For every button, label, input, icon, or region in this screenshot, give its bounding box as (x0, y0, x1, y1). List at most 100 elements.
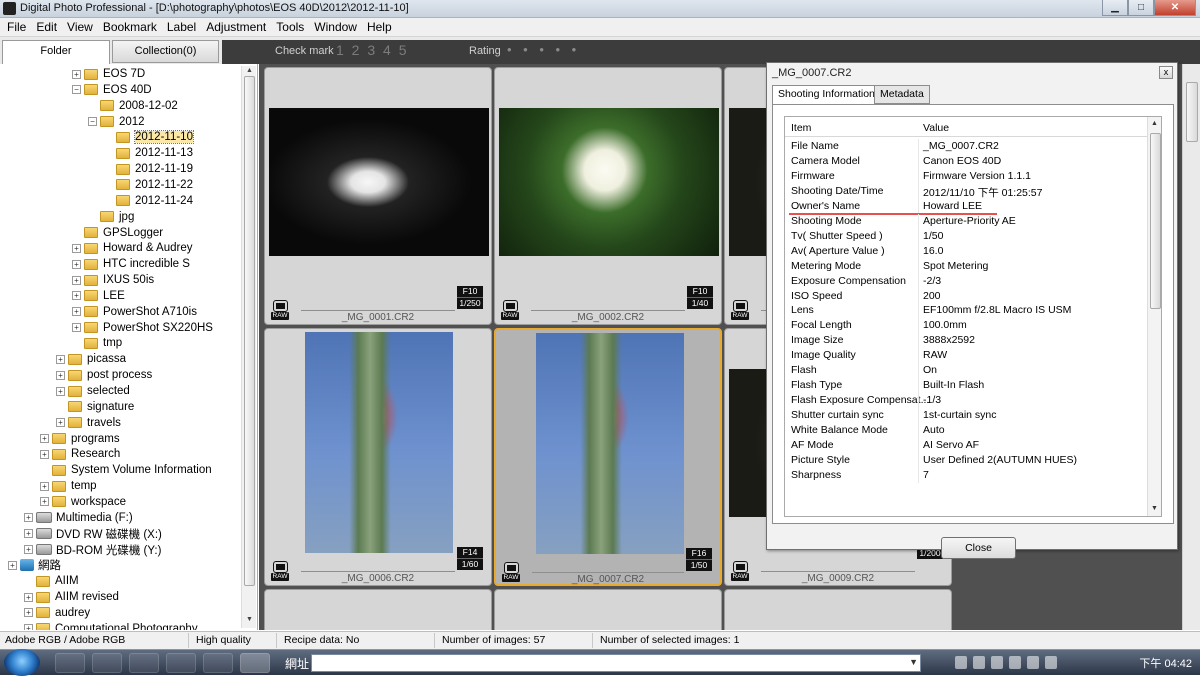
tree-item[interactable]: 2012-11-19 (104, 161, 193, 177)
firefox-icon[interactable] (92, 653, 122, 673)
close-window-button[interactable]: ✕ (1154, 0, 1196, 16)
photo-thumbnail[interactable] (305, 332, 453, 553)
tree-item[interactable]: + Computational Photography (24, 621, 198, 630)
network-app-icon[interactable] (166, 653, 196, 673)
thumbnail-cell[interactable]: F10 1/40 RAW _MG_0002.CR2 (494, 67, 722, 325)
tab-collection[interactable]: Collection(0) (112, 40, 219, 63)
tree-item[interactable]: + PowerShot A710is (72, 304, 197, 320)
messenger-icon[interactable] (129, 653, 159, 673)
skype-icon[interactable] (203, 653, 233, 673)
menu-label[interactable]: Label (162, 18, 201, 36)
tree-item[interactable]: 2012-11-13 (104, 145, 193, 161)
expand-icon[interactable]: + (40, 481, 49, 491)
expand-icon[interactable]: + (56, 386, 65, 396)
menu-edit[interactable]: Edit (31, 18, 62, 36)
tree-item[interactable]: System Volume Information (40, 462, 212, 478)
maximize-button[interactable]: □ (1128, 0, 1154, 16)
tree-item[interactable]: signature (56, 399, 134, 415)
info-row[interactable]: Tv( Shutter Speed ) 1/50 (785, 228, 1147, 244)
info-row[interactable]: AF Mode AI Servo AF (785, 438, 1147, 453)
tree-item[interactable]: jpg (88, 209, 134, 225)
tray-icon[interactable] (991, 656, 1003, 669)
expand-icon[interactable]: + (72, 307, 81, 317)
expand-icon[interactable]: + (72, 291, 81, 301)
tree-item[interactable]: 2012-11-10 (104, 129, 194, 145)
expand-icon[interactable]: + (56, 418, 65, 428)
explorer-icon[interactable] (55, 653, 85, 673)
tree-item[interactable]: + temp (40, 478, 97, 494)
tree-item[interactable]: − EOS 40D (72, 82, 152, 98)
tree-item[interactable]: + Research (40, 446, 120, 462)
tree-item[interactable]: + PowerShot SX220HS (72, 320, 213, 336)
photo-thumbnail[interactable] (499, 108, 719, 256)
info-row[interactable]: Owner's Name Howard LEE (785, 198, 1147, 214)
scroll-up-arrow-icon[interactable]: ▲ (1151, 120, 1158, 127)
tray-icon[interactable] (1027, 656, 1039, 669)
tray-icon[interactable] (955, 656, 967, 669)
info-row[interactable]: Firmware Firmware Version 1.1.1 (785, 168, 1147, 184)
tree-item[interactable]: + Multimedia (F:) (24, 510, 133, 526)
tree-item[interactable]: + IXUS 50is (72, 272, 154, 288)
info-row[interactable]: Flash On (785, 363, 1147, 379)
tree-item[interactable]: + HTC incredible S (72, 256, 190, 272)
info-row[interactable]: Image Size 3888x2592 (785, 333, 1147, 349)
expand-icon[interactable]: + (24, 529, 33, 539)
expand-icon[interactable]: + (40, 434, 49, 444)
tree-item[interactable]: tmp (72, 335, 122, 351)
tree-item[interactable]: + post process (56, 367, 152, 383)
dpp-taskbar-icon[interactable] (240, 653, 270, 673)
info-row[interactable]: Camera Model Canon EOS 40D (785, 153, 1147, 169)
tree-item[interactable]: + selected (56, 383, 130, 399)
system-clock[interactable]: 下午 04:42 (1139, 655, 1192, 671)
chevron-down-icon[interactable]: ▼ (909, 657, 918, 667)
tree-item[interactable]: + audrey (24, 605, 90, 621)
close-button[interactable]: Close (941, 537, 1016, 559)
info-row[interactable]: White Balance Mode Auto (785, 423, 1147, 439)
start-button-icon[interactable] (4, 649, 40, 676)
expand-icon[interactable]: + (24, 592, 33, 602)
menu-bookmark[interactable]: Bookmark (98, 18, 162, 36)
menu-file[interactable]: File (2, 18, 31, 36)
tree-item[interactable]: GPSLogger (72, 225, 163, 241)
photo-thumbnail[interactable] (269, 108, 489, 256)
thumbnail-cell[interactable]: F16 1/50 RAW _MG_0007.CR2 (494, 328, 722, 586)
thumbnail-cell[interactable]: F14 1/60 RAW _MG_0006.CR2 (264, 328, 492, 586)
tray-icon[interactable] (1045, 656, 1057, 669)
grid-scrollbar[interactable] (1182, 64, 1200, 630)
dialog-close-icon[interactable]: x (1159, 66, 1173, 79)
thumbnail-cell[interactable]: F10 1/250 RAW _MG_0001.CR2 (264, 67, 492, 325)
scrollbar-thumb[interactable] (244, 76, 255, 586)
tree-item[interactable]: + workspace (40, 494, 126, 510)
tab-folder[interactable]: Folder (2, 40, 110, 64)
info-row[interactable]: Focal Length 100.0mm (785, 318, 1147, 334)
tree-item[interactable]: + Howard & Audrey (72, 240, 193, 256)
expand-icon[interactable]: + (72, 275, 81, 285)
expand-icon[interactable]: + (72, 259, 81, 269)
menu-help[interactable]: Help (362, 18, 397, 36)
tree-item[interactable]: 2012-11-24 (104, 193, 193, 209)
info-row[interactable]: ISO Speed 200 (785, 288, 1147, 304)
tab-metadata[interactable]: Metadata (874, 85, 930, 104)
tree-item[interactable]: + AIIM revised (24, 589, 119, 605)
thumbnail-cell[interactable] (264, 589, 492, 630)
collapse-icon[interactable]: − (72, 85, 81, 95)
expand-icon[interactable]: + (24, 624, 33, 630)
expand-icon[interactable]: + (72, 69, 81, 79)
expand-icon[interactable]: + (24, 545, 33, 554)
info-row[interactable]: Flash Exposure Compensat... -1/3 (785, 393, 1147, 409)
check-mark-buttons[interactable]: 1 2 3 4 5 (336, 42, 409, 58)
info-row[interactable]: Image Quality RAW (785, 348, 1147, 364)
info-table-scrollbar[interactable]: ▲ ▼ (1147, 117, 1161, 516)
minimize-button[interactable]: ▁ (1102, 0, 1128, 16)
info-row[interactable]: Sharpness 7 (785, 467, 1147, 483)
info-row[interactable]: File Name _MG_0007.CR2 (785, 139, 1147, 154)
info-row[interactable]: Flash Type Built-In Flash (785, 378, 1147, 394)
menu-tools[interactable]: Tools (271, 18, 309, 36)
tree-item[interactable]: + EOS 7D (72, 66, 145, 82)
expand-icon[interactable]: + (40, 449, 49, 459)
thumbnail-cell[interactable] (724, 589, 952, 630)
help-tray-icon[interactable] (973, 656, 985, 669)
menu-adjustment[interactable]: Adjustment (201, 18, 271, 36)
tree-item[interactable]: 2012-11-22 (104, 177, 193, 193)
expand-icon[interactable]: + (24, 608, 33, 618)
